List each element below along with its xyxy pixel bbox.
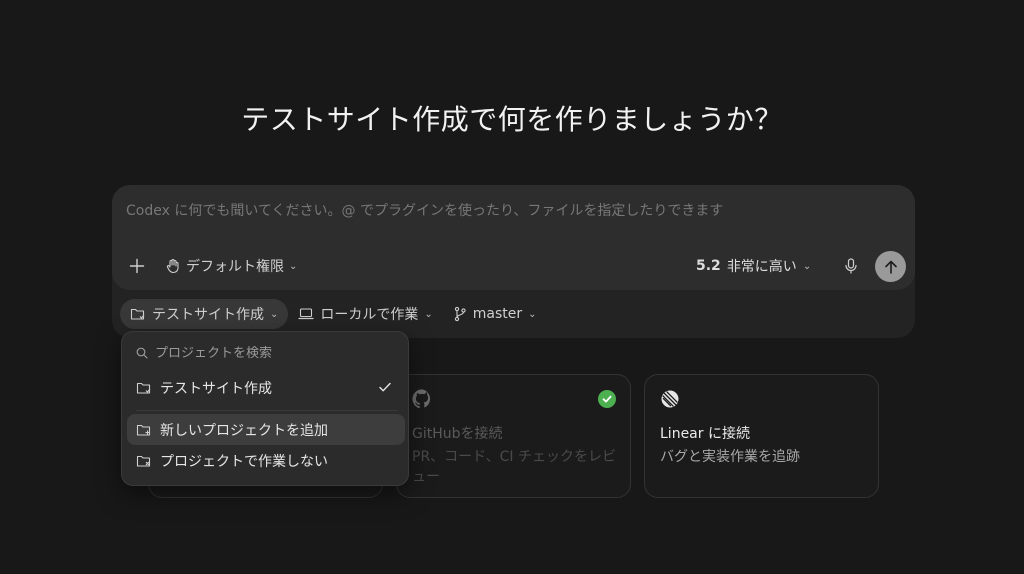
model-effort: 非常に高い xyxy=(726,259,797,275)
folder-x-icon xyxy=(136,455,151,467)
chevron-down-icon: ⌄ xyxy=(802,260,812,272)
menu-item-no-project[interactable]: プロジェクトで作業しない xyxy=(127,445,405,476)
card-description: PR、コード、CI チェックをレビュー xyxy=(412,449,616,485)
prompt-box: デフォルト権限 ⌄ 5.2 非常に高い ⌄ xyxy=(112,185,915,290)
permission-label: デフォルト権限 xyxy=(186,259,284,275)
project-search-input[interactable] xyxy=(155,345,385,361)
card-title: GitHubを接続 xyxy=(412,426,503,442)
card-description: バグと実装作業を追跡 xyxy=(660,449,800,465)
chevron-down-icon: ⌄ xyxy=(528,308,537,320)
microphone-icon xyxy=(845,258,857,274)
context-row: テストサイト作成 ⌄ ローカルで作業 ⌄ master ⌄ xyxy=(120,299,547,329)
github-icon xyxy=(412,389,432,409)
hand-icon xyxy=(166,258,179,274)
project-dropdown-menu: テストサイト作成 新しいプロジェクトを追加 プロジェクトで作業しない xyxy=(121,331,409,486)
checkmark-icon xyxy=(379,382,391,392)
branch-label: master xyxy=(472,306,523,322)
environment-label: ローカルで作業 xyxy=(320,307,419,323)
chevron-down-icon: ⌄ xyxy=(270,308,279,320)
chevron-down-icon: ⌄ xyxy=(289,260,298,272)
model-selector[interactable]: 5.2 非常に高い ⌄ xyxy=(696,255,811,277)
menu-item-current-project[interactable]: テストサイト作成 xyxy=(127,372,405,403)
menu-item-label: 新しいプロジェクトを追加 xyxy=(160,422,328,439)
chevron-down-icon: ⌄ xyxy=(424,308,433,320)
github-connect-card[interactable]: GitHubを接続 PR、コード、CI チェックをレビュー xyxy=(396,374,631,498)
composer-panel: デフォルト権限 ⌄ 5.2 非常に高い ⌄ テストサイト作成 ⌄ ローカルで作業… xyxy=(112,185,915,338)
folder-plus-icon xyxy=(136,424,151,436)
menu-item-add-project[interactable]: 新しいプロジェクトを追加 xyxy=(127,414,405,445)
microphone-button[interactable] xyxy=(840,255,862,277)
environment-selector[interactable]: ローカルで作業 ⌄ xyxy=(288,299,442,329)
arrow-up-icon xyxy=(884,260,897,274)
prompt-input[interactable] xyxy=(126,199,886,223)
branch-selector[interactable]: master ⌄ xyxy=(443,299,547,329)
project-selector[interactable]: テストサイト作成 ⌄ xyxy=(120,299,289,329)
card-title: Linear に接続 xyxy=(660,426,750,442)
menu-item-label: テストサイト作成 xyxy=(160,380,272,397)
permission-selector[interactable]: デフォルト権限 ⌄ xyxy=(165,255,297,277)
model-version: 5.2 xyxy=(696,258,721,274)
menu-item-label: プロジェクトで作業しない xyxy=(160,453,328,470)
folder-icon xyxy=(136,382,151,394)
connected-check-icon xyxy=(598,390,616,408)
linear-connect-card[interactable]: Linear に接続 バグと実装作業を追跡 xyxy=(644,374,879,498)
plus-icon xyxy=(129,258,145,274)
send-button[interactable] xyxy=(875,251,906,282)
add-attachment-button[interactable] xyxy=(126,255,148,277)
search-icon xyxy=(136,347,148,359)
git-branch-icon xyxy=(454,306,466,322)
laptop-icon xyxy=(298,308,314,320)
page-title: テストサイト作成で何を作りましょうか？ xyxy=(241,103,783,136)
menu-divider xyxy=(136,410,398,411)
folder-icon xyxy=(130,308,145,320)
project-label: テストサイト作成 xyxy=(152,307,264,323)
linear-icon xyxy=(660,389,680,409)
project-search xyxy=(136,343,396,363)
